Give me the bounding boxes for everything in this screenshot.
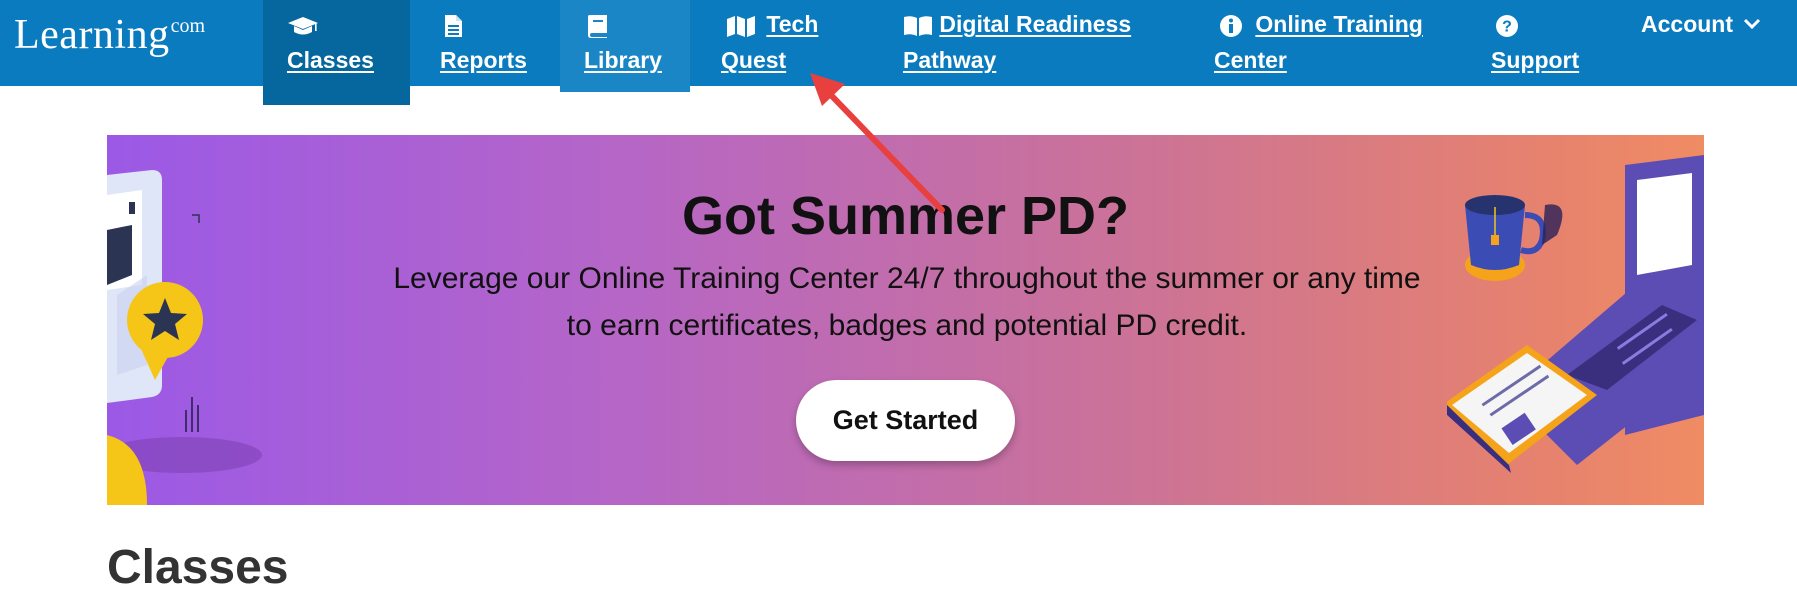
chevron-down-icon [1744,18,1761,30]
logo-text: Learning [14,12,170,58]
info-circle-icon [1220,14,1242,37]
account-menu[interactable]: Account [1641,0,1771,86]
map-icon [727,15,755,37]
account-label: Account [1641,11,1733,37]
document-icon [445,14,462,37]
top-nav-bar: Learningcom Classes Reports Library Tech… [0,0,1797,105]
summer-pd-banner: Got Summer PD? Leverage our Online Train… [107,135,1704,505]
svg-text:?: ? [1502,18,1512,35]
nav-online-training-label-line1: Online Training [1255,11,1423,37]
open-book-icon [904,16,932,36]
nav-online-training-label-line2: Center [1214,47,1287,73]
nav-digital-readiness-pathway[interactable]: Digital Readiness Pathway [903,0,1143,86]
nav-classes[interactable]: Classes [263,0,410,105]
nav-tech-quest-label-line2: Quest [721,47,787,73]
nav-digital-readiness-label-line1: Digital Readiness [939,11,1132,37]
book-icon [588,14,607,38]
question-circle-icon: ? [1496,14,1518,37]
nav-digital-readiness-label-line2: Pathway [903,47,997,73]
nav-reports-label: Reports [440,47,527,73]
nav-online-training-center[interactable]: Online Training Center [1214,0,1434,86]
nav-classes-label: Classes [287,47,374,73]
nav-support-label: Support [1491,47,1580,73]
banner-illustration-right [1447,155,1704,473]
banner-description: Leverage our Online Training Center 24/7… [393,262,1421,342]
nav-library[interactable]: Library [560,0,690,92]
graduation-cap-icon [288,16,318,35]
page-title: Classes [107,541,289,594]
learning-com-logo[interactable]: Learningcom [14,14,205,56]
get-started-button[interactable]: Get Started [796,380,1015,461]
nav-library-label: Library [584,47,662,73]
nav-tech-quest[interactable]: Tech Quest [721,0,841,86]
nav-support[interactable]: ? Support [1491,0,1591,86]
nav-tech-quest-label-line1: Tech [766,11,819,37]
logo-suffix: com [170,15,206,37]
nav-reports[interactable]: Reports [440,0,550,86]
